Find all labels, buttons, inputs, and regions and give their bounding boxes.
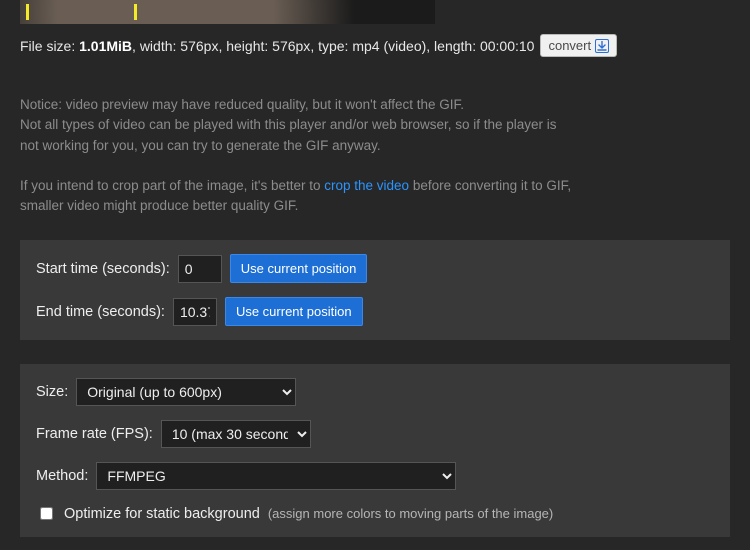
file-height-label: , height: [218,38,272,54]
file-length-label: , length: [426,38,480,54]
start-time-input[interactable] [178,255,222,283]
optimize-checkbox[interactable] [40,507,53,520]
file-type: mp4 (video) [352,38,426,54]
size-label: Size: [36,384,68,400]
notice-text: Notice: video preview may have reduced q… [20,95,730,216]
notice-line3: not working for you, you can try to gene… [20,136,730,156]
use-current-start-button[interactable]: Use current position [230,254,368,283]
file-length: 00:00:10 [480,38,535,54]
download-icon [595,39,609,53]
convert-download-label: convert [548,38,591,53]
convert-download-button[interactable]: convert [540,34,617,57]
use-current-end-button[interactable]: Use current position [225,297,363,326]
size-select[interactable]: Original (up to 600px) [76,378,296,406]
end-time-label: End time (seconds): [36,304,165,320]
notice-line1: Notice: video preview may have reduced q… [20,95,730,115]
end-time-input[interactable] [173,298,217,326]
optimize-label: Optimize for static background [64,506,260,522]
fps-select[interactable]: 10 (max 30 seconds) [161,420,311,448]
file-info: File size: 1.01MiB, width: 576px, height… [20,34,730,57]
method-select[interactable]: FFMPEG [96,462,456,490]
time-panel: Start time (seconds): Use current positi… [20,240,730,340]
method-label: Method: [36,468,88,484]
notice-line5: smaller video might produce better quali… [20,196,730,216]
notice-line2: Not all types of video can be played wit… [20,115,730,135]
file-size-prefix: File size: [20,38,79,54]
notice-line4a: If you intend to crop part of the image,… [20,178,324,193]
file-height: 576px [272,38,310,54]
optimize-hint: (assign more colors to moving parts of t… [268,506,553,521]
options-panel: Size: Original (up to 600px) Frame rate … [20,364,730,537]
start-time-label: Start time (seconds): [36,261,170,277]
file-type-label: , type: [310,38,352,54]
video-thumbnail [20,0,435,24]
fps-label: Frame rate (FPS): [36,426,153,442]
notice-line4b: before converting it to GIF, [409,178,571,193]
file-size: 1.01MiB [79,38,132,54]
file-width: 576px [180,38,218,54]
file-width-label: , width: [132,38,180,54]
crop-video-link[interactable]: crop the video [324,178,409,193]
